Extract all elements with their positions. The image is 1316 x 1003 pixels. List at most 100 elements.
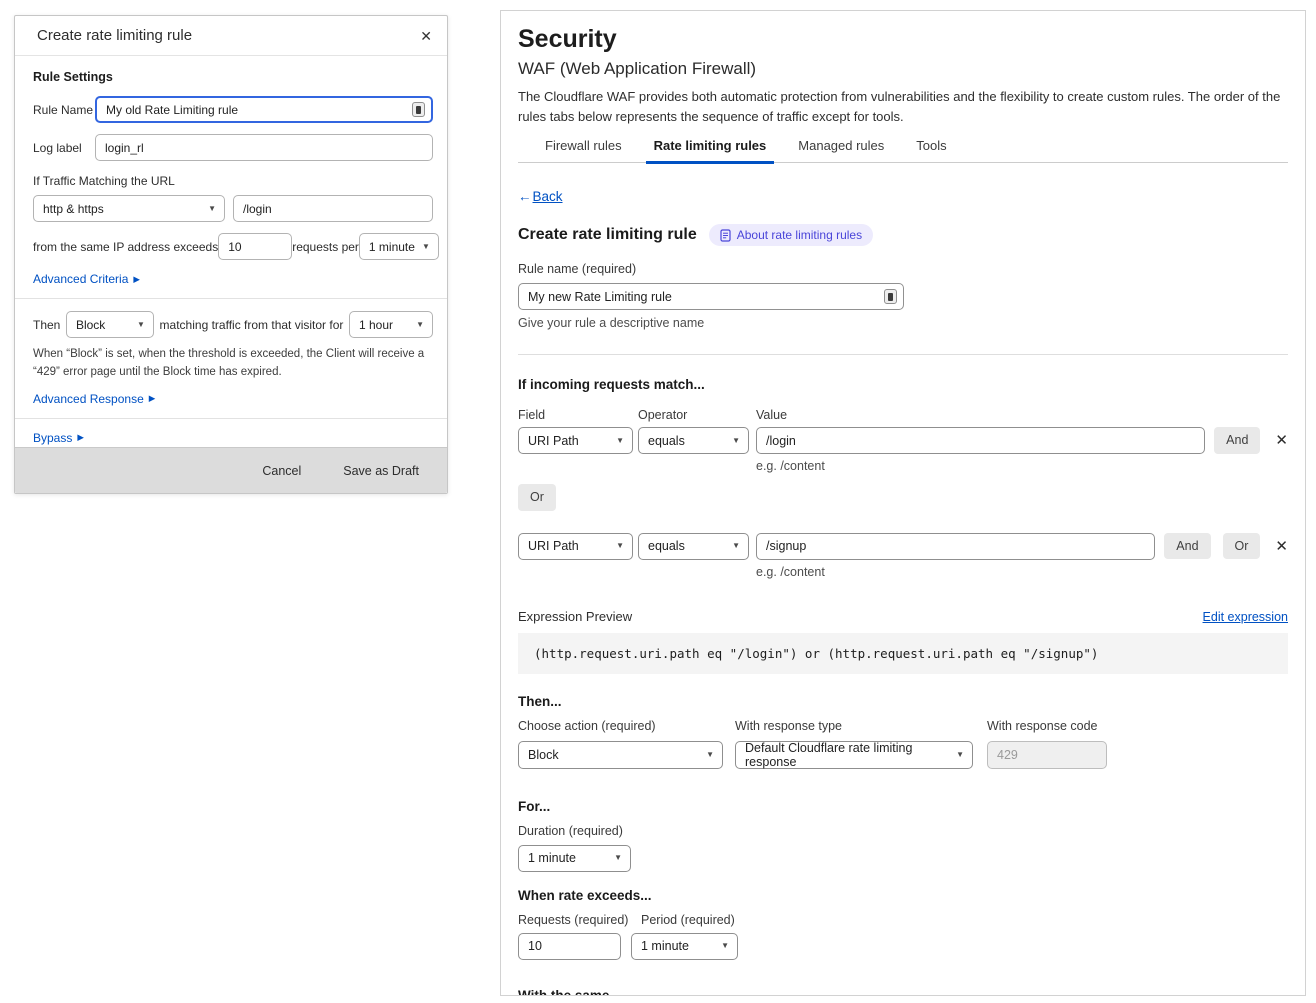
field-select-2[interactable]: URI Path ▼ xyxy=(518,533,633,560)
url-match-row: http & https ▼ xyxy=(33,195,433,222)
rule-name-label: Rule Name xyxy=(33,103,95,117)
dropdown-arrow-icon: ▼ xyxy=(208,205,216,213)
rule-name-input[interactable] xyxy=(95,96,433,123)
rate-period-select[interactable]: 1 minute ▼ xyxy=(631,933,738,960)
duration-select[interactable]: 1 hour ▼ xyxy=(349,311,433,338)
threshold-input[interactable] xyxy=(218,233,292,260)
field-column-label: Field xyxy=(518,408,638,422)
dropdown-arrow-icon: ▼ xyxy=(616,542,624,550)
waf-security-panel: Security WAF (Web Application Firewall) … xyxy=(500,10,1306,996)
or-button-row-2[interactable]: Or xyxy=(1223,533,1261,560)
about-rate-limiting-badge[interactable]: About rate limiting rules xyxy=(709,224,873,246)
for-heading: For... xyxy=(518,799,1288,814)
dialog-title: Create rate limiting rule xyxy=(37,27,192,44)
value-hint-1: e.g. /content xyxy=(756,459,1288,473)
page-title: Security xyxy=(518,25,1288,54)
create-rule-heading: Create rate limiting rule xyxy=(518,226,697,244)
log-label-input-field[interactable] xyxy=(105,141,426,155)
operator-select-2[interactable]: equals ▼ xyxy=(638,533,749,560)
match-row-2: URI Path ▼ equals ▼ And Or ✕ xyxy=(518,533,1288,560)
operator-column-label: Operator xyxy=(638,408,756,422)
dropdown-arrow-icon: ▼ xyxy=(416,321,424,329)
tab-tools[interactable]: Tools xyxy=(915,138,947,162)
close-icon[interactable]: ✕ xyxy=(420,29,432,43)
autofill-icon xyxy=(412,102,425,117)
operator-select-1[interactable]: equals ▼ xyxy=(638,427,749,454)
divider xyxy=(15,298,447,299)
threshold-row: from the same IP address exceeds request… xyxy=(33,233,433,260)
then-heading: Then... xyxy=(518,694,1288,709)
then-label: Then xyxy=(33,318,60,332)
back-label: Back xyxy=(533,189,563,204)
duration-select-value: 1 hour xyxy=(359,318,393,332)
and-button-row-2[interactable]: And xyxy=(1164,533,1210,560)
tab-managed-rules[interactable]: Managed rules xyxy=(797,138,885,162)
requests-label: Requests (required) xyxy=(518,913,641,927)
with-same-heading: With the same... xyxy=(518,988,1288,997)
tab-rate-limiting-rules[interactable]: Rate limiting rules xyxy=(653,138,768,162)
operator-select-value: equals xyxy=(648,434,685,448)
duration-select[interactable]: 1 minute ▼ xyxy=(518,845,631,872)
url-pattern-input[interactable] xyxy=(233,195,433,222)
advanced-response-link[interactable]: Advanced Response ▶ xyxy=(33,392,155,406)
response-type-select[interactable]: Default Cloudflare rate limiting respons… xyxy=(735,741,973,769)
save-as-draft-button[interactable]: Save as Draft xyxy=(343,464,419,478)
rule-name-input[interactable] xyxy=(518,283,904,310)
field-select-1[interactable]: URI Path ▼ xyxy=(518,427,633,454)
dropdown-arrow-icon: ▼ xyxy=(706,751,714,759)
field-select-value: URI Path xyxy=(528,434,579,448)
requests-input[interactable] xyxy=(518,933,621,960)
and-button-row-1[interactable]: And xyxy=(1214,427,1260,454)
dropdown-arrow-icon: ▼ xyxy=(422,243,430,251)
cancel-button[interactable]: Cancel xyxy=(262,464,301,478)
response-code-label: With response code xyxy=(987,719,1107,733)
choose-action-label: Choose action (required) xyxy=(518,719,723,733)
period-select[interactable]: 1 minute ▼ xyxy=(359,233,439,260)
period-select-value: 1 minute xyxy=(369,240,415,254)
log-label-label: Log label xyxy=(33,141,95,155)
threshold-prefix-text: from the same IP address exceeds xyxy=(33,240,218,254)
response-type-value: Default Cloudflare rate limiting respons… xyxy=(745,741,950,769)
or-button[interactable]: Or xyxy=(518,484,556,511)
legacy-rate-limit-dialog: Create rate limiting rule ✕ Rule Setting… xyxy=(14,15,448,494)
dropdown-arrow-icon: ▼ xyxy=(732,542,740,550)
action-select[interactable]: Block ▼ xyxy=(66,311,154,338)
threshold-suffix-text: requests per xyxy=(292,240,359,254)
remove-condition-icon[interactable]: ✕ xyxy=(1275,539,1288,554)
rate-period-value: 1 minute xyxy=(641,939,689,953)
match-row-1: URI Path ▼ equals ▼ And ✕ xyxy=(518,427,1288,454)
document-icon xyxy=(720,229,731,242)
autofill-icon xyxy=(884,289,897,304)
rule-name-input-field[interactable] xyxy=(528,290,879,304)
rules-tabs: Firewall rules Rate limiting rules Manag… xyxy=(518,138,1288,163)
dialog-footer: Cancel Save as Draft xyxy=(15,447,447,493)
advanced-criteria-link[interactable]: Advanced Criteria ▶ xyxy=(33,272,140,286)
value-input-1[interactable] xyxy=(756,427,1205,454)
remove-condition-icon[interactable]: ✕ xyxy=(1275,433,1288,448)
value-input-2[interactable] xyxy=(756,533,1155,560)
expression-preview-label: Expression Preview xyxy=(518,609,632,624)
rule-name-label: Rule name (required) xyxy=(518,262,1288,276)
divider xyxy=(15,418,447,419)
dropdown-arrow-icon: ▼ xyxy=(732,437,740,445)
period-label: Period (required) xyxy=(641,913,735,927)
dropdown-arrow-icon: ▼ xyxy=(614,854,622,862)
tab-firewall-rules[interactable]: Firewall rules xyxy=(544,138,623,162)
log-label-row: Log label xyxy=(33,134,433,161)
log-label-input[interactable] xyxy=(95,134,433,161)
value-column-label: Value xyxy=(756,408,787,422)
scheme-select[interactable]: http & https ▼ xyxy=(33,195,225,222)
response-type-label: With response type xyxy=(735,719,973,733)
duration-label: Duration (required) xyxy=(518,824,1288,838)
chevron-right-icon: ▶ xyxy=(149,394,156,403)
back-link[interactable]: ← Back xyxy=(518,189,563,204)
choose-action-select[interactable]: Block ▼ xyxy=(518,741,723,769)
dropdown-arrow-icon: ▼ xyxy=(956,751,964,759)
rule-name-input-field[interactable] xyxy=(106,103,407,117)
action-select-value: Block xyxy=(76,318,105,332)
rule-settings-heading: Rule Settings xyxy=(33,70,433,84)
page-subtitle: WAF (Web Application Firewall) xyxy=(518,59,1288,79)
bypass-link[interactable]: Bypass ▶ xyxy=(33,431,84,445)
edit-expression-link[interactable]: Edit expression xyxy=(1203,610,1288,624)
incoming-requests-heading: If incoming requests match... xyxy=(518,377,1288,392)
